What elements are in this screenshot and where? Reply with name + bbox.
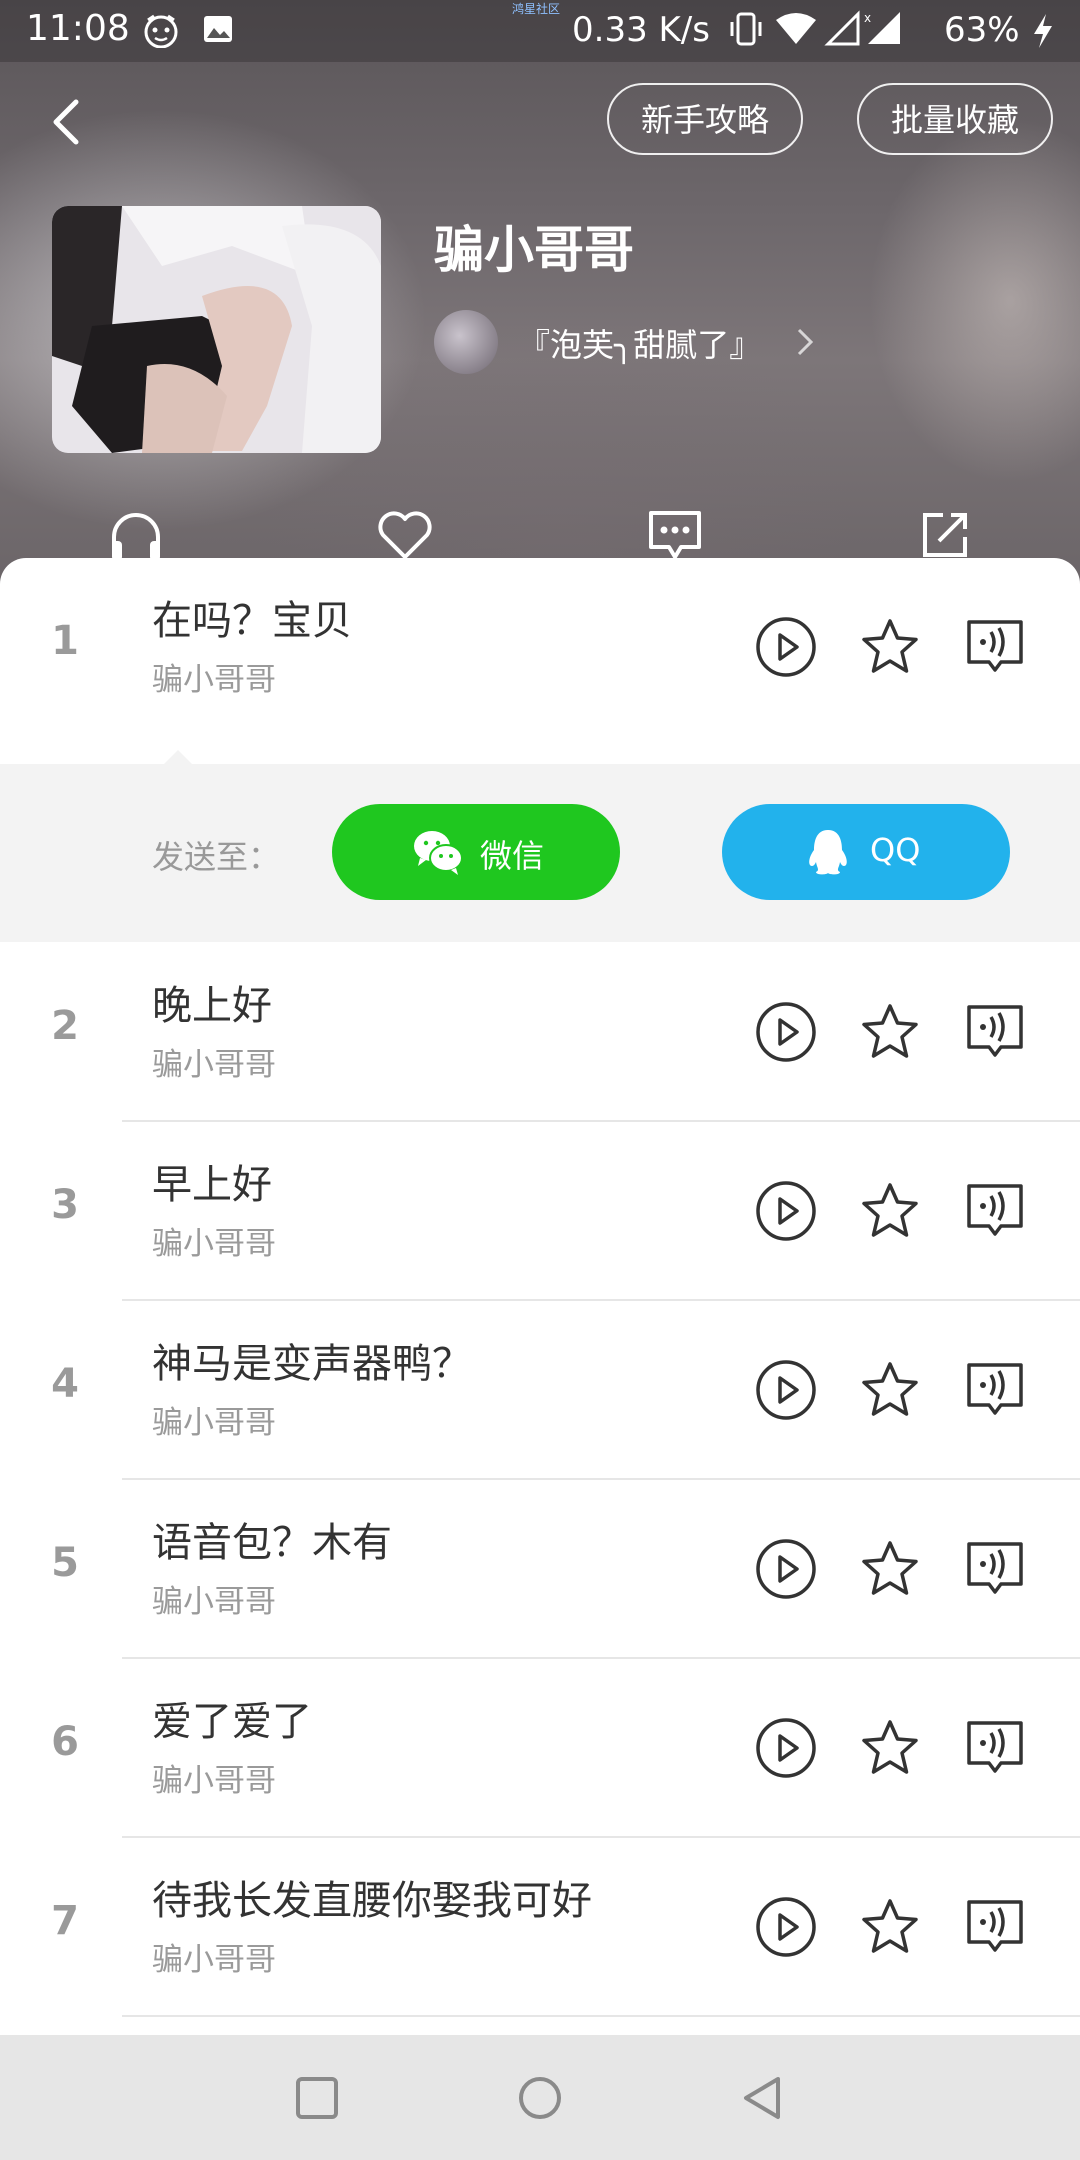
voice-send-icon[interactable] [963, 1357, 1027, 1421]
send-qq-button[interactable]: QQ [722, 804, 1010, 900]
item-number: 4 [51, 1361, 79, 1407]
voice-send-icon[interactable] [963, 999, 1027, 1063]
back-arrow-icon[interactable] [46, 98, 90, 146]
recent-apps-icon[interactable] [292, 2073, 342, 2123]
play-icon[interactable] [755, 1180, 817, 1242]
voice-send-icon[interactable] [963, 614, 1027, 678]
vibrate-icon [730, 12, 762, 46]
list-item[interactable]: 2 晚上好 骗小哥哥 [0, 943, 1080, 1122]
panel-caret [162, 750, 194, 766]
list-item[interactable]: 6 爱了爱了 骗小哥哥 [0, 1659, 1080, 1838]
item-author: 骗小哥哥 [152, 1763, 276, 1799]
play-icon[interactable] [755, 1717, 817, 1779]
item-author: 骗小哥哥 [152, 1584, 276, 1620]
battery-charging-icon [1034, 14, 1052, 48]
play-icon[interactable] [755, 1538, 817, 1600]
item-title: 晚上好 [152, 983, 272, 1029]
item-author: 骗小哥哥 [152, 662, 276, 698]
comment-icon[interactable] [645, 505, 705, 565]
status-time: 11:08 [26, 8, 130, 49]
qq-penguin-icon [809, 830, 847, 875]
star-icon[interactable] [859, 1896, 921, 1958]
list-item[interactable]: 4 神马是变声器鸭？ 骗小哥哥 [0, 1301, 1080, 1480]
image-icon [204, 16, 232, 42]
star-icon[interactable] [859, 1717, 921, 1779]
network-speed: 0.33 K/s [572, 10, 710, 50]
play-icon[interactable] [755, 1896, 817, 1958]
voice-send-icon[interactable] [963, 1178, 1027, 1242]
heart-icon[interactable] [375, 505, 435, 565]
item-title: 早上好 [152, 1162, 272, 1208]
item-title: 在吗？宝贝 [152, 598, 352, 644]
batch-favorite-button[interactable]: 批量收藏 [857, 83, 1053, 155]
watermark-text: 鸿星社区 [512, 2, 561, 16]
item-author: 骗小哥哥 [152, 1405, 276, 1441]
play-icon[interactable] [755, 616, 817, 678]
system-navigation-bar [0, 2035, 1080, 2160]
list-item[interactable]: 3 早上好 骗小哥哥 [0, 1122, 1080, 1301]
item-number: 6 [51, 1719, 79, 1765]
headphones-icon[interactable] [106, 505, 166, 565]
star-icon[interactable] [859, 1538, 921, 1600]
qq-label: QQ [870, 831, 921, 869]
item-number: 7 [51, 1898, 79, 1944]
play-icon[interactable] [755, 1359, 817, 1421]
album-title: 骗小哥哥 [434, 221, 634, 279]
item-author: 骗小哥哥 [152, 1047, 276, 1083]
share-icon[interactable] [915, 505, 975, 565]
item-title: 语音包？木有 [152, 1520, 392, 1566]
battery-percent: 63% [944, 10, 1020, 50]
send-wechat-button[interactable]: 微信 [332, 804, 620, 900]
home-icon[interactable] [515, 2073, 565, 2123]
list-item[interactable]: 7 待我长发直腰你娶我可好 骗小哥哥 [0, 1838, 1080, 2017]
list-item[interactable]: 5 语音包？木有 骗小哥哥 [0, 1480, 1080, 1659]
album-cover-image [52, 206, 381, 453]
status-bar: 11:08 鸿星社区 0.33 K/s x 63% [0, 0, 1080, 62]
svg-text:x: x [864, 11, 871, 25]
signal-icon [824, 10, 860, 46]
author-name: 『泡芙╮甜腻了』 [518, 326, 762, 364]
item-number: 5 [51, 1540, 79, 1586]
star-icon[interactable] [859, 616, 921, 678]
author-avatar [434, 310, 498, 374]
item-number: 3 [51, 1182, 79, 1228]
back-nav-icon[interactable] [738, 2073, 788, 2123]
row-divider [122, 2015, 1080, 2017]
play-icon[interactable] [755, 1001, 817, 1063]
list-item[interactable]: 1 在吗？宝贝 骗小哥哥 [0, 558, 1080, 737]
wechat-icon [414, 831, 463, 875]
send-to-label: 发送至： [152, 838, 281, 876]
wechat-label: 微信 [480, 837, 545, 875]
voice-list-sheet: 1 在吗？宝贝 骗小哥哥 发送至： 微信 QQ 2 晚上好 骗小哥哥 3 早上好… [0, 558, 1080, 2035]
voice-send-icon[interactable] [963, 1894, 1027, 1958]
item-title: 爱了爱了 [152, 1699, 312, 1745]
beginner-guide-button[interactable]: 新手攻略 [607, 83, 803, 155]
star-icon[interactable] [859, 1359, 921, 1421]
signal-x-icon: x [864, 11, 900, 44]
item-number: 1 [51, 618, 79, 664]
star-icon[interactable] [859, 1001, 921, 1063]
item-title: 待我长发直腰你娶我可好 [152, 1878, 592, 1924]
item-author: 骗小哥哥 [152, 1942, 276, 1978]
voice-send-icon[interactable] [963, 1536, 1027, 1600]
emoji-face-icon [144, 14, 178, 48]
status-icons-group: x [730, 10, 900, 46]
wifi-icon [776, 13, 816, 44]
item-title: 神马是变声器鸭？ [152, 1341, 472, 1387]
star-icon[interactable] [859, 1180, 921, 1242]
item-author: 骗小哥哥 [152, 1226, 276, 1262]
chevron-right-icon [797, 328, 814, 356]
item-number: 2 [51, 1003, 79, 1049]
send-to-panel: 发送至： 微信 QQ [0, 750, 1080, 942]
voice-send-icon[interactable] [963, 1715, 1027, 1779]
